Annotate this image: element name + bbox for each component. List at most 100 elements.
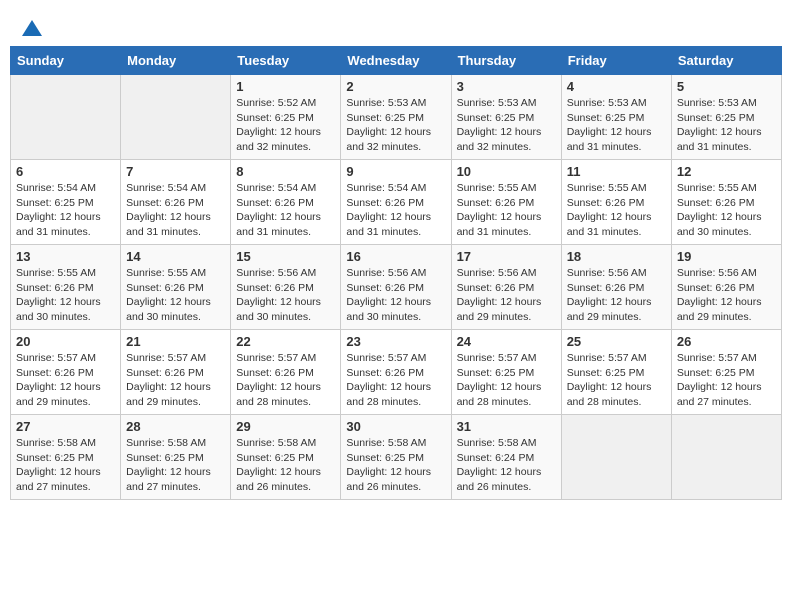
day-info: Sunrise: 5:58 AM Sunset: 6:25 PM Dayligh… xyxy=(346,436,445,495)
day-info: Sunrise: 5:56 AM Sunset: 6:26 PM Dayligh… xyxy=(346,266,445,325)
calendar-cell: 12 Sunrise: 5:55 AM Sunset: 6:26 PM Dayli… xyxy=(671,160,781,245)
day-number: 28 xyxy=(126,419,225,434)
calendar-week-4: 20Sunrise: 5:57 AM Sunset: 6:26 PM Dayli… xyxy=(11,330,782,415)
day-info: Sunrise: 5:56 AM Sunset: 6:26 PM Dayligh… xyxy=(236,266,335,325)
calendar-cell: 2 Sunrise: 5:53 AM Sunset: 6:25 PM Daylig… xyxy=(341,75,451,160)
day-info: Sunrise: 5:58 AM Sunset: 6:25 PM Dayligh… xyxy=(236,436,335,495)
calendar-cell: 13 Sunrise: 5:55 AM Sunset: 6:26 PM Dayli… xyxy=(11,245,121,330)
day-info: Sunrise: 5:57 AM Sunset: 6:26 PM Dayligh… xyxy=(346,351,445,410)
col-header-saturday: Saturday xyxy=(671,47,781,75)
calendar-cell: 21 Sunrise: 5:57 AM Sunset: 6:26 PM Dayli… xyxy=(121,330,231,415)
day-number: 29 xyxy=(236,419,335,434)
day-number: 10 xyxy=(457,164,556,179)
day-number: 9 xyxy=(346,164,445,179)
day-number: 22 xyxy=(236,334,335,349)
col-header-friday: Friday xyxy=(561,47,671,75)
day-info: Sunrise: 5:54 AM Sunset: 6:26 PM Dayligh… xyxy=(126,181,225,240)
day-info: Sunrise: 5:57 AM Sunset: 6:26 PM Dayligh… xyxy=(16,351,115,410)
day-number: 8 xyxy=(236,164,335,179)
calendar-cell: 31 Sunrise: 5:58 AM Sunset: 6:24 PM Dayli… xyxy=(451,415,561,500)
day-number: 21 xyxy=(126,334,225,349)
calendar-cell: 23 Sunrise: 5:57 AM Sunset: 6:26 PM Dayli… xyxy=(341,330,451,415)
day-number: 11 xyxy=(567,164,666,179)
day-number: 14 xyxy=(126,249,225,264)
calendar-week-5: 27 Sunrise: 5:58 AM Sunset: 6:25 PM Dayli… xyxy=(11,415,782,500)
day-info: Sunrise: 5:56 AM Sunset: 6:26 PM Dayligh… xyxy=(677,266,776,325)
calendar-cell xyxy=(121,75,231,160)
day-info: Sunrise: 5:55 AM Sunset: 6:26 PM Dayligh… xyxy=(457,181,556,240)
calendar-cell: 6Sunrise: 5:54 AM Sunset: 6:25 PM Daylig… xyxy=(11,160,121,245)
calendar-cell: 22Sunrise: 5:57 AM Sunset: 6:26 PM Dayli… xyxy=(231,330,341,415)
day-number: 2 xyxy=(346,79,445,94)
calendar-cell: 24Sunrise: 5:57 AM Sunset: 6:25 PM Dayli… xyxy=(451,330,561,415)
day-info: Sunrise: 5:58 AM Sunset: 6:25 PM Dayligh… xyxy=(16,436,115,495)
day-number: 27 xyxy=(16,419,115,434)
day-info: Sunrise: 5:53 AM Sunset: 6:25 PM Dayligh… xyxy=(567,96,666,155)
day-info: Sunrise: 5:53 AM Sunset: 6:25 PM Dayligh… xyxy=(457,96,556,155)
calendar-cell: 16 Sunrise: 5:56 AM Sunset: 6:26 PM Dayli… xyxy=(341,245,451,330)
calendar-cell: 9 Sunrise: 5:54 AM Sunset: 6:26 PM Daylig… xyxy=(341,160,451,245)
day-number: 13 xyxy=(16,249,115,264)
calendar-cell: 1Sunrise: 5:52 AM Sunset: 6:25 PM Daylig… xyxy=(231,75,341,160)
calendar-cell: 17 Sunrise: 5:56 AM Sunset: 6:26 PM Dayli… xyxy=(451,245,561,330)
calendar-cell: 27 Sunrise: 5:58 AM Sunset: 6:25 PM Dayli… xyxy=(11,415,121,500)
calendar-cell xyxy=(11,75,121,160)
calendar-cell: 30 Sunrise: 5:58 AM Sunset: 6:25 PM Dayli… xyxy=(341,415,451,500)
day-number: 5 xyxy=(677,79,776,94)
logo-icon xyxy=(20,18,44,42)
day-info: Sunrise: 5:58 AM Sunset: 6:25 PM Dayligh… xyxy=(126,436,225,495)
page-header xyxy=(10,10,782,46)
calendar-table: SundayMondayTuesdayWednesdayThursdayFrid… xyxy=(10,46,782,500)
day-number: 12 xyxy=(677,164,776,179)
day-info: Sunrise: 5:55 AM Sunset: 6:26 PM Dayligh… xyxy=(126,266,225,325)
day-info: Sunrise: 5:56 AM Sunset: 6:26 PM Dayligh… xyxy=(567,266,666,325)
calendar-week-2: 6Sunrise: 5:54 AM Sunset: 6:25 PM Daylig… xyxy=(11,160,782,245)
calendar-cell: 19 Sunrise: 5:56 AM Sunset: 6:26 PM Dayli… xyxy=(671,245,781,330)
day-info: Sunrise: 5:58 AM Sunset: 6:24 PM Dayligh… xyxy=(457,436,556,495)
day-info: Sunrise: 5:57 AM Sunset: 6:25 PM Dayligh… xyxy=(677,351,776,410)
day-info: Sunrise: 5:55 AM Sunset: 6:26 PM Dayligh… xyxy=(677,181,776,240)
calendar-cell: 28 Sunrise: 5:58 AM Sunset: 6:25 PM Dayli… xyxy=(121,415,231,500)
col-header-tuesday: Tuesday xyxy=(231,47,341,75)
day-info: Sunrise: 5:53 AM Sunset: 6:25 PM Dayligh… xyxy=(346,96,445,155)
calendar-cell: 25 Sunrise: 5:57 AM Sunset: 6:25 PM Dayli… xyxy=(561,330,671,415)
calendar-cell: 10 Sunrise: 5:55 AM Sunset: 6:26 PM Dayli… xyxy=(451,160,561,245)
day-number: 15 xyxy=(236,249,335,264)
day-number: 18 xyxy=(567,249,666,264)
day-info: Sunrise: 5:54 AM Sunset: 6:26 PM Dayligh… xyxy=(346,181,445,240)
col-header-sunday: Sunday xyxy=(11,47,121,75)
calendar-cell: 8Sunrise: 5:54 AM Sunset: 6:26 PM Daylig… xyxy=(231,160,341,245)
calendar-week-3: 13 Sunrise: 5:55 AM Sunset: 6:26 PM Dayli… xyxy=(11,245,782,330)
day-number: 4 xyxy=(567,79,666,94)
col-header-wednesday: Wednesday xyxy=(341,47,451,75)
day-info: Sunrise: 5:57 AM Sunset: 6:25 PM Dayligh… xyxy=(567,351,666,410)
day-info: Sunrise: 5:56 AM Sunset: 6:26 PM Dayligh… xyxy=(457,266,556,325)
calendar-cell: 11 Sunrise: 5:55 AM Sunset: 6:26 PM Dayli… xyxy=(561,160,671,245)
calendar-week-1: 1Sunrise: 5:52 AM Sunset: 6:25 PM Daylig… xyxy=(11,75,782,160)
calendar-cell: 29 Sunrise: 5:58 AM Sunset: 6:25 PM Dayli… xyxy=(231,415,341,500)
day-number: 30 xyxy=(346,419,445,434)
day-number: 31 xyxy=(457,419,556,434)
day-info: Sunrise: 5:57 AM Sunset: 6:25 PM Dayligh… xyxy=(457,351,556,410)
day-number: 7 xyxy=(126,164,225,179)
calendar-cell: 4 Sunrise: 5:53 AM Sunset: 6:25 PM Daylig… xyxy=(561,75,671,160)
calendar-cell: 20Sunrise: 5:57 AM Sunset: 6:26 PM Dayli… xyxy=(11,330,121,415)
day-number: 19 xyxy=(677,249,776,264)
calendar-cell: 18 Sunrise: 5:56 AM Sunset: 6:26 PM Dayli… xyxy=(561,245,671,330)
day-number: 16 xyxy=(346,249,445,264)
calendar-header-row: SundayMondayTuesdayWednesdayThursdayFrid… xyxy=(11,47,782,75)
day-info: Sunrise: 5:54 AM Sunset: 6:25 PM Dayligh… xyxy=(16,181,115,240)
day-number: 17 xyxy=(457,249,556,264)
calendar-cell: 26Sunrise: 5:57 AM Sunset: 6:25 PM Dayli… xyxy=(671,330,781,415)
day-info: Sunrise: 5:55 AM Sunset: 6:26 PM Dayligh… xyxy=(16,266,115,325)
calendar-cell: 3 Sunrise: 5:53 AM Sunset: 6:25 PM Daylig… xyxy=(451,75,561,160)
day-info: Sunrise: 5:57 AM Sunset: 6:26 PM Dayligh… xyxy=(126,351,225,410)
day-number: 3 xyxy=(457,79,556,94)
day-number: 23 xyxy=(346,334,445,349)
day-info: Sunrise: 5:55 AM Sunset: 6:26 PM Dayligh… xyxy=(567,181,666,240)
col-header-thursday: Thursday xyxy=(451,47,561,75)
day-number: 25 xyxy=(567,334,666,349)
calendar-cell: 15 Sunrise: 5:56 AM Sunset: 6:26 PM Dayli… xyxy=(231,245,341,330)
calendar-cell xyxy=(561,415,671,500)
day-info: Sunrise: 5:53 AM Sunset: 6:25 PM Dayligh… xyxy=(677,96,776,155)
